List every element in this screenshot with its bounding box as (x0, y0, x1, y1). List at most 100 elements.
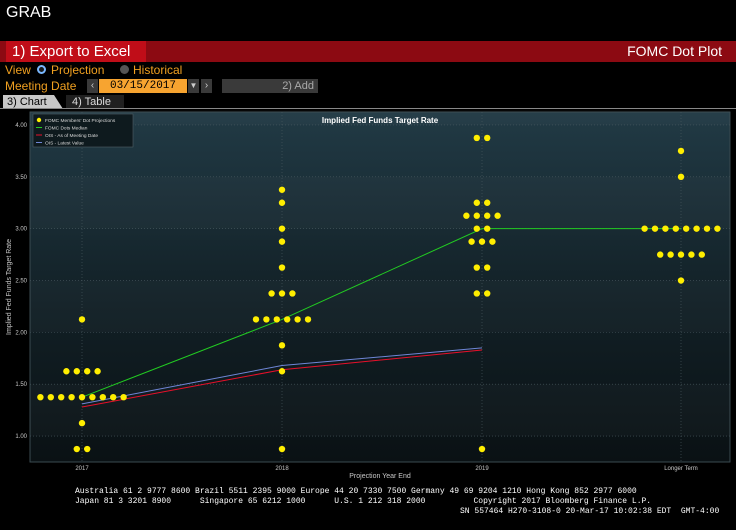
tab-table[interactable]: 4) Table (66, 95, 124, 109)
chevron-down-icon: ▼ (189, 81, 198, 90)
panel-title: FOMC Dot Plot (627, 43, 722, 59)
dot-projection (278, 186, 286, 193)
dot-projection (484, 134, 491, 142)
dot-projection (78, 316, 86, 323)
legend-label: OIS - As of Meeting Date (45, 133, 98, 139)
dot-projection (278, 290, 286, 297)
dot-projection (677, 251, 685, 258)
dot-projection (68, 393, 75, 401)
dot-projection (78, 419, 86, 427)
x-tick-label: 2019 (475, 466, 489, 472)
dot-projection (641, 225, 648, 232)
dot-projection (284, 316, 291, 323)
dot-projection (478, 238, 486, 245)
dot-projection (473, 212, 480, 219)
dot-projection (484, 199, 491, 206)
dot-projection (120, 393, 127, 401)
meeting-date-label: Meeting Date (5, 79, 77, 93)
dot-projection (278, 368, 286, 375)
y-tick-label: 1.00 (15, 434, 27, 440)
dot-projection (273, 316, 280, 323)
dot-projection (714, 225, 721, 232)
dot-projection (94, 368, 101, 375)
dot-projection (294, 316, 301, 323)
legend-label: FOMC Dots Median (45, 125, 88, 131)
dot-projection (662, 225, 669, 232)
dot-projection (672, 225, 679, 232)
footer-session-info: SN 557464 H270-3108-0 20-Mar-17 10:02:38… (460, 507, 720, 516)
chevron-right-icon: › (204, 80, 209, 91)
dot-projection (37, 393, 44, 401)
legend-label: FOMC Members' Dot Projections (45, 118, 116, 124)
dot-projection (289, 290, 296, 297)
dot-projection (703, 225, 711, 232)
dot-projection (252, 316, 260, 323)
chart-svg: 1.00 1.50 2.00 2.50 3.00 3.50 4.00 2017 2018 2019… (6, 111, 731, 480)
dot-projection (688, 251, 695, 258)
dot-projection (78, 393, 86, 401)
legend-label: OIS - Latest Value (45, 140, 84, 146)
dot-projection (473, 225, 480, 232)
dot-projection (84, 445, 91, 453)
dot-projection (484, 290, 491, 297)
export-to-excel-button[interactable]: 1) Export to Excel (6, 41, 146, 62)
legend-symbol (36, 117, 42, 123)
dot-projection (278, 238, 286, 245)
y-tick-label: 2.50 (15, 279, 27, 285)
dot-projection (473, 199, 480, 206)
grid-band (30, 281, 730, 333)
dot-projection (693, 225, 700, 232)
dot-projection (278, 199, 286, 206)
dot-projection (473, 264, 480, 271)
add-button[interactable]: 2) Add (222, 79, 318, 93)
chart-title: Implied Fed Funds Target Rate (322, 116, 439, 125)
dot-projection (99, 393, 107, 401)
dot-projection (463, 212, 470, 219)
dot-projection (494, 212, 501, 219)
dot-projection (63, 368, 70, 375)
tab-chart[interactable]: 3) Chart (3, 95, 63, 109)
grid-band (30, 177, 730, 229)
footer-contacts-line2: Japan 81 3 3201 8900 Singapore 65 6212 1… (75, 497, 652, 506)
chevron-left-icon: ‹ (90, 80, 95, 91)
dot-projection (657, 251, 664, 258)
y-tick-label: 4.00 (15, 123, 27, 129)
dot-projection (73, 368, 81, 375)
y-axis-title: Implied Fed Funds Target Rate (6, 239, 13, 335)
dot-projection (677, 173, 685, 181)
dot-projection (278, 445, 286, 453)
x-axis-title: Projection Year End (349, 473, 411, 480)
x-tick-label: 2018 (275, 466, 289, 472)
tab-divider (0, 108, 736, 109)
meeting-date-field[interactable]: 03/15/2017 (99, 79, 187, 93)
dot-projection (278, 264, 286, 271)
projection-radio[interactable] (37, 65, 46, 74)
dot-projection (263, 316, 270, 323)
dot-projection (484, 264, 491, 271)
dot-projection (484, 212, 491, 219)
dot-projection (73, 445, 81, 453)
dot-projection (268, 290, 275, 297)
y-tick-label: 2.00 (15, 330, 27, 336)
historical-radio[interactable] (120, 65, 129, 74)
dot-projection (473, 290, 480, 297)
dot-projection (677, 147, 685, 155)
dot-projection (278, 225, 286, 232)
date-dropdown-button[interactable]: ▼ (188, 79, 199, 93)
projection-label[interactable]: Projection (51, 63, 104, 77)
dot-projection (478, 445, 486, 453)
previous-date-button[interactable]: ‹ (87, 79, 98, 93)
dot-projection (651, 225, 659, 232)
dot-projection (473, 134, 480, 142)
dot-projection (468, 238, 475, 245)
dot-projection (683, 225, 690, 232)
dot-projection (84, 368, 91, 375)
dot-projection (489, 238, 496, 245)
next-date-button[interactable]: › (201, 79, 212, 93)
dot-projection (667, 251, 674, 258)
dot-projection (89, 393, 96, 401)
dot-plot-chart: 1.00 1.50 2.00 2.50 3.00 3.50 4.00 2017 2018 2019… (0, 110, 736, 480)
window-title: GRAB (6, 4, 52, 21)
historical-label[interactable]: Historical (133, 63, 182, 77)
y-tick-label: 1.50 (15, 382, 27, 388)
